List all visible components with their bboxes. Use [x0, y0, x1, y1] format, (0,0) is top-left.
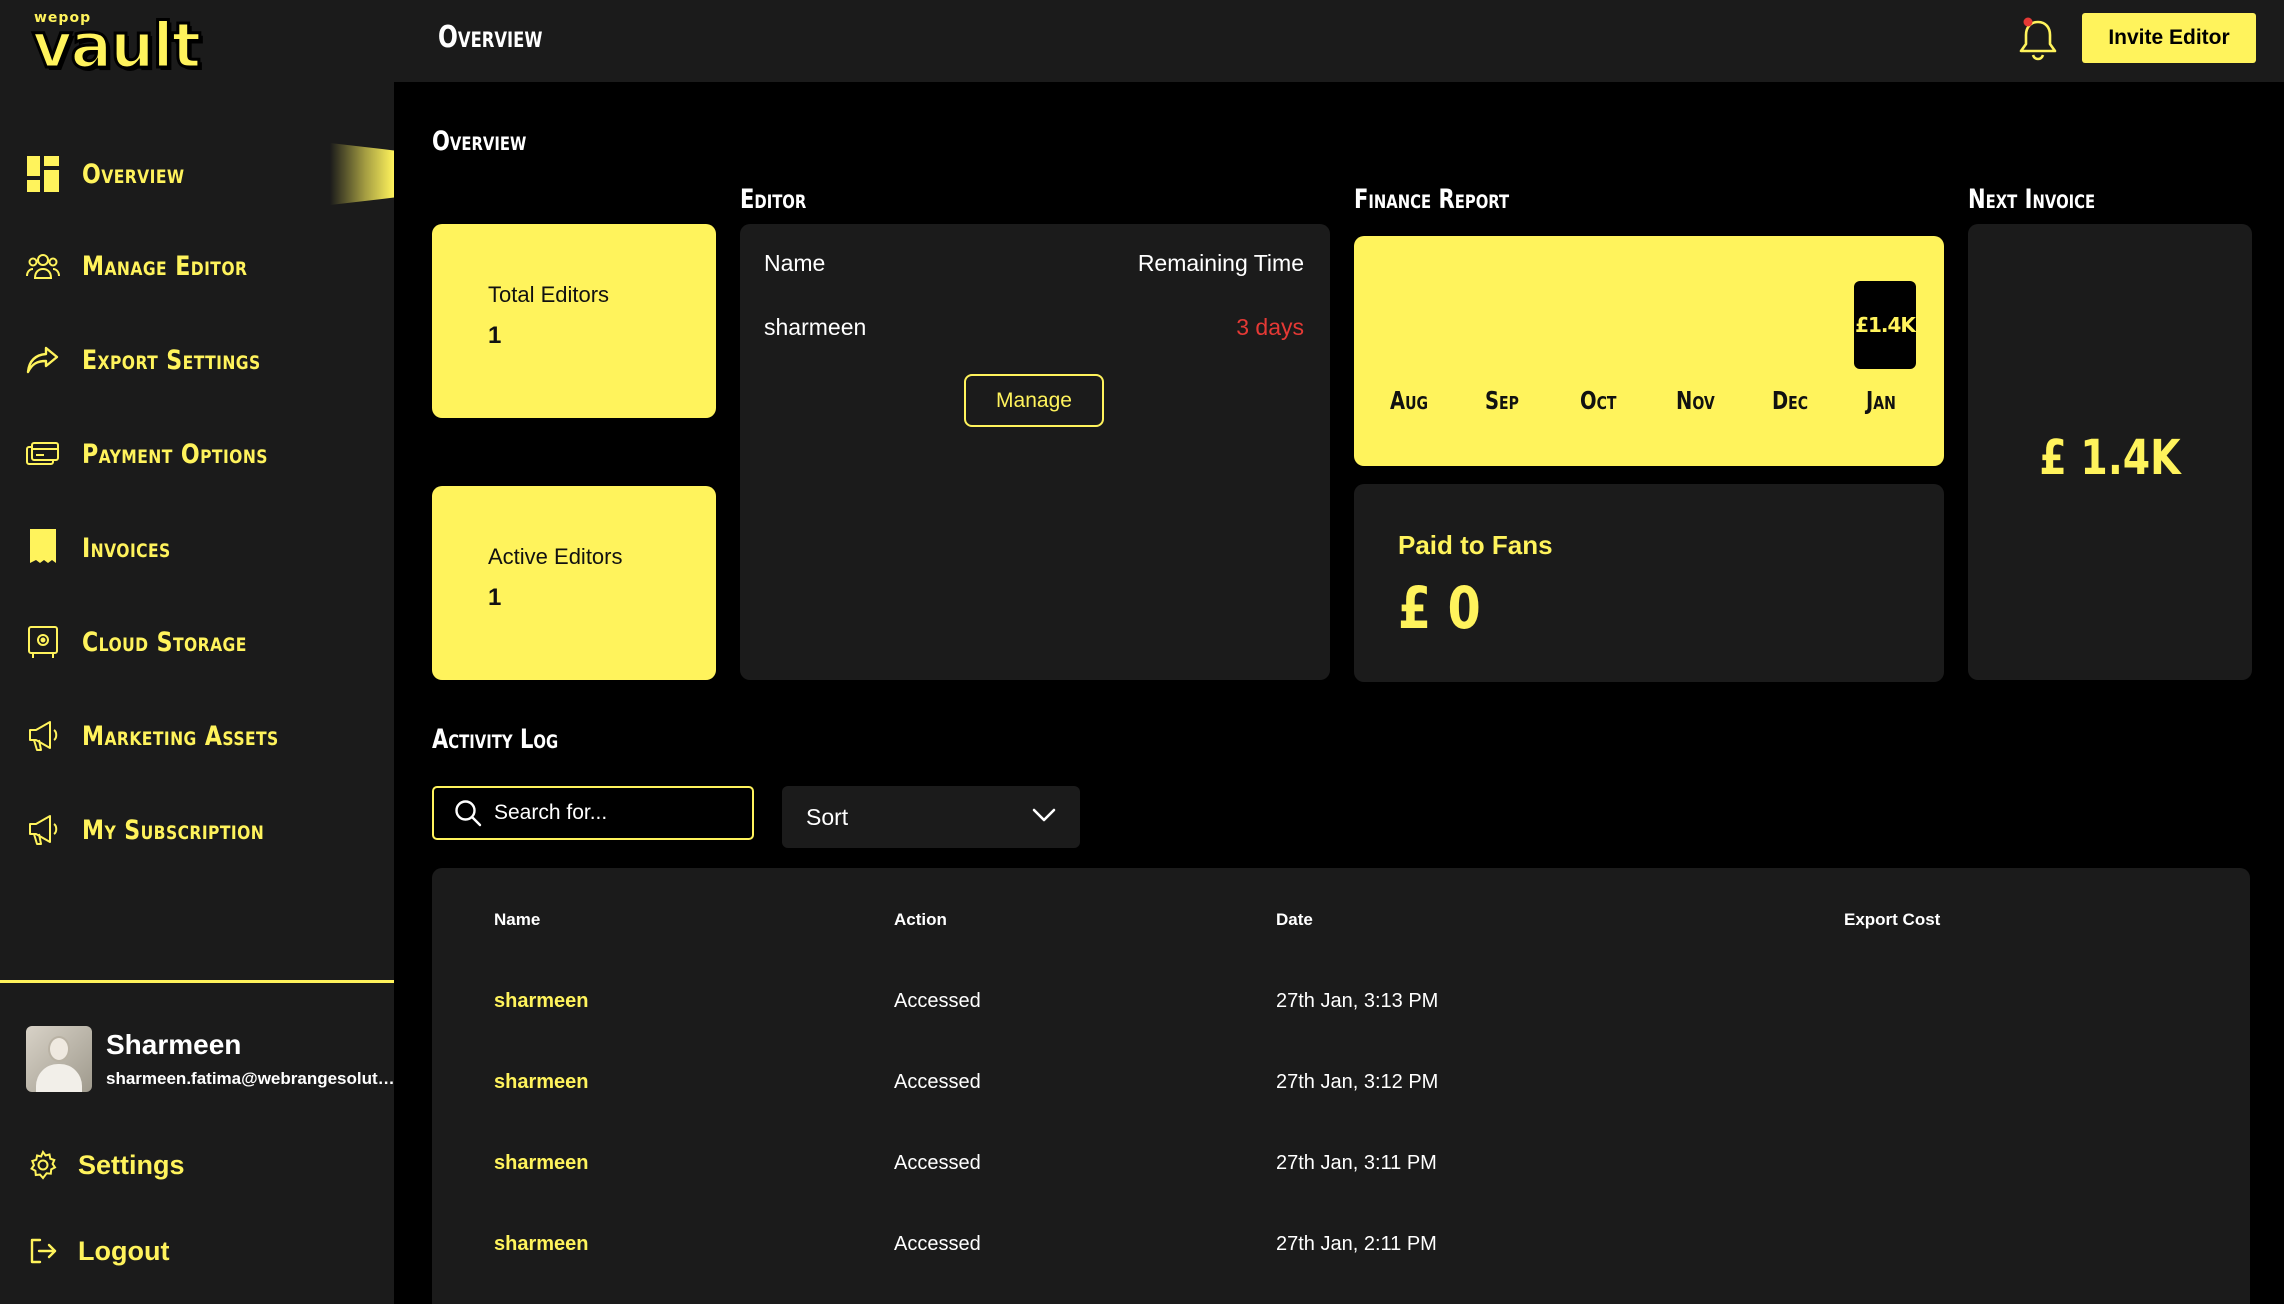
sort-label: Sort	[806, 803, 849, 830]
settings-link[interactable]: Settings	[26, 1148, 185, 1182]
row-date: 27th Jan, 2:11 PM	[1276, 1233, 1437, 1255]
month-label: Aug	[1390, 386, 1429, 415]
logout-label: Logout	[78, 1235, 170, 1266]
sidebar-item-manage-editor[interactable]: Manage Editor	[24, 238, 384, 294]
finance-section-title: Finance Report	[1354, 184, 1510, 215]
row-name[interactable]: sharmeen	[494, 1071, 589, 1094]
paid-to-fans-card: Paid to Fans £ 0	[1354, 484, 1944, 682]
profile-name: Sharmeen	[106, 1029, 242, 1060]
stat-label: Total Editors	[488, 282, 610, 307]
row-name[interactable]: sharmeen	[494, 1233, 589, 1256]
logout-link[interactable]: Logout	[26, 1234, 169, 1268]
paid-to-fans-value: £ 0	[1398, 574, 1481, 642]
current-month-bar[interactable]: £1.4K	[1854, 281, 1916, 369]
sidebar-item-marketing-assets[interactable]: Marketing Assets	[24, 708, 384, 764]
credit-card-icon	[24, 435, 62, 473]
table-header-name: Name	[494, 910, 541, 929]
vault-logo[interactable]: vault wepop	[30, 8, 202, 79]
megaphone-icon	[24, 717, 62, 755]
table-header-action: Action	[894, 910, 947, 929]
avatar	[26, 1026, 92, 1092]
users-icon	[24, 247, 62, 285]
row-action: Accessed	[894, 1071, 981, 1093]
megaphone-icon	[24, 811, 62, 849]
finance-report-card: £1.4K Aug Sep Oct Nov Dec Jan	[1354, 236, 1944, 466]
stat-label: Active Editors	[488, 544, 623, 569]
table-header-date: Date	[1276, 910, 1313, 929]
sidebar-item-label: Export Settings	[82, 344, 261, 376]
row-name[interactable]: sharmeen	[494, 1152, 589, 1175]
page-title: Overview	[438, 20, 543, 55]
top-bar: Overview Invite Editor	[394, 0, 2284, 82]
activity-section-title: Activity Log	[432, 724, 559, 755]
overview-section-title: Overview	[432, 126, 527, 157]
sort-dropdown[interactable]: Sort	[782, 786, 1080, 848]
editor-card: Name Remaining Time sharmeen 3 days Mana…	[740, 224, 1330, 680]
sidebar-item-cloud-storage[interactable]: Cloud Storage	[24, 614, 384, 670]
table-row[interactable]: sharmeen Accessed 27th Jan, 3:11 PM	[432, 1140, 2250, 1196]
sidebar-item-label: Payment Options	[82, 438, 268, 470]
table-row[interactable]: sharmeen Accessed 27th Jan, 3:13 PM	[432, 978, 2250, 1034]
row-date: 27th Jan, 3:11 PM	[1276, 1152, 1437, 1174]
row-date: 27th Jan, 3:12 PM	[1276, 1071, 1439, 1093]
paid-to-fans-label: Paid to Fans	[1398, 530, 1553, 560]
receipt-icon	[24, 529, 62, 567]
table-row[interactable]: sharmeen Accessed 27th Jan, 3:12 PM	[432, 1059, 2250, 1115]
manage-button[interactable]: Manage	[964, 374, 1104, 427]
editor-row-remaining: 3 days	[1236, 314, 1304, 340]
sidebar-item-label: Invoices	[82, 532, 171, 564]
sidebar-item-payment-options[interactable]: Payment Options	[24, 426, 384, 482]
gear-icon	[26, 1148, 60, 1182]
settings-label: Settings	[78, 1149, 185, 1180]
logo-prefix: wepop	[34, 10, 92, 26]
search-icon	[446, 791, 490, 835]
row-date: 27th Jan, 3:13 PM	[1276, 990, 1439, 1012]
editor-section-title: Editor	[740, 184, 807, 215]
sidebar-item-label: My Subscription	[82, 814, 265, 846]
month-label: Oct	[1580, 386, 1617, 415]
row-name[interactable]: sharmeen	[494, 990, 589, 1013]
sidebar-item-label: Marketing Assets	[82, 720, 279, 752]
sidebar-item-label: Cloud Storage	[82, 626, 247, 658]
table-row[interactable]: sharmeen Accessed 27th Jan, 2:11 PM	[432, 1221, 2250, 1277]
month-label: Sep	[1485, 386, 1519, 415]
sidebar-item-label: Manage Editor	[82, 250, 248, 282]
overview-grid-icon	[24, 155, 62, 193]
activity-table: Name Action Date Export Cost sharmeen Ac…	[432, 868, 2250, 1304]
stat-value: 1	[488, 322, 502, 349]
profile-email: sharmeen.fatima@webrangesolutions.com	[106, 1069, 396, 1088]
active-editors-card: Active Editors 1	[432, 486, 716, 680]
next-invoice-card: £ 1.4K	[1968, 224, 2252, 680]
month-label: Dec	[1772, 386, 1809, 415]
chevron-down-icon	[1032, 808, 1056, 827]
stat-value: 1	[488, 584, 502, 611]
row-action: Accessed	[894, 1233, 981, 1255]
sidebar-item-my-subscription[interactable]: My Subscription	[24, 802, 384, 858]
share-arrow-icon	[24, 341, 62, 379]
sidebar-item-invoices[interactable]: Invoices	[24, 520, 384, 576]
sidebar-divider	[0, 980, 394, 983]
vault-safe-icon	[24, 623, 62, 661]
table-header-export-cost: Export Cost	[1844, 910, 1941, 929]
next-invoice-value: £ 1.4K	[2039, 430, 2181, 486]
logout-icon	[26, 1234, 60, 1268]
next-invoice-section-title: Next Invoice	[1968, 184, 2096, 215]
sidebar-item-export-settings[interactable]: Export Settings	[24, 332, 384, 388]
row-action: Accessed	[894, 990, 981, 1012]
search-box[interactable]	[432, 786, 754, 840]
notification-bell-icon[interactable]	[2016, 16, 2060, 62]
month-label: Nov	[1676, 386, 1715, 415]
month-label: Jan	[1866, 386, 1896, 415]
editor-col-remaining: Remaining Time	[1137, 250, 1304, 276]
total-editors-card: Total Editors 1	[432, 224, 716, 418]
sidebar-item-label: Overview	[82, 158, 185, 190]
sidebar-item-overview[interactable]: Overview	[24, 146, 384, 202]
invite-editor-button[interactable]: Invite Editor	[2082, 13, 2256, 63]
editor-col-name: Name	[764, 250, 826, 276]
search-input[interactable]	[494, 801, 744, 825]
user-profile[interactable]: Sharmeen sharmeen.fatima@webrangesolutio…	[26, 1026, 396, 1092]
sidebar: vault wepop Overview Manage Editor Expor…	[0, 0, 396, 1304]
editor-row-name: sharmeen	[764, 314, 867, 340]
row-action: Accessed	[894, 1152, 981, 1174]
